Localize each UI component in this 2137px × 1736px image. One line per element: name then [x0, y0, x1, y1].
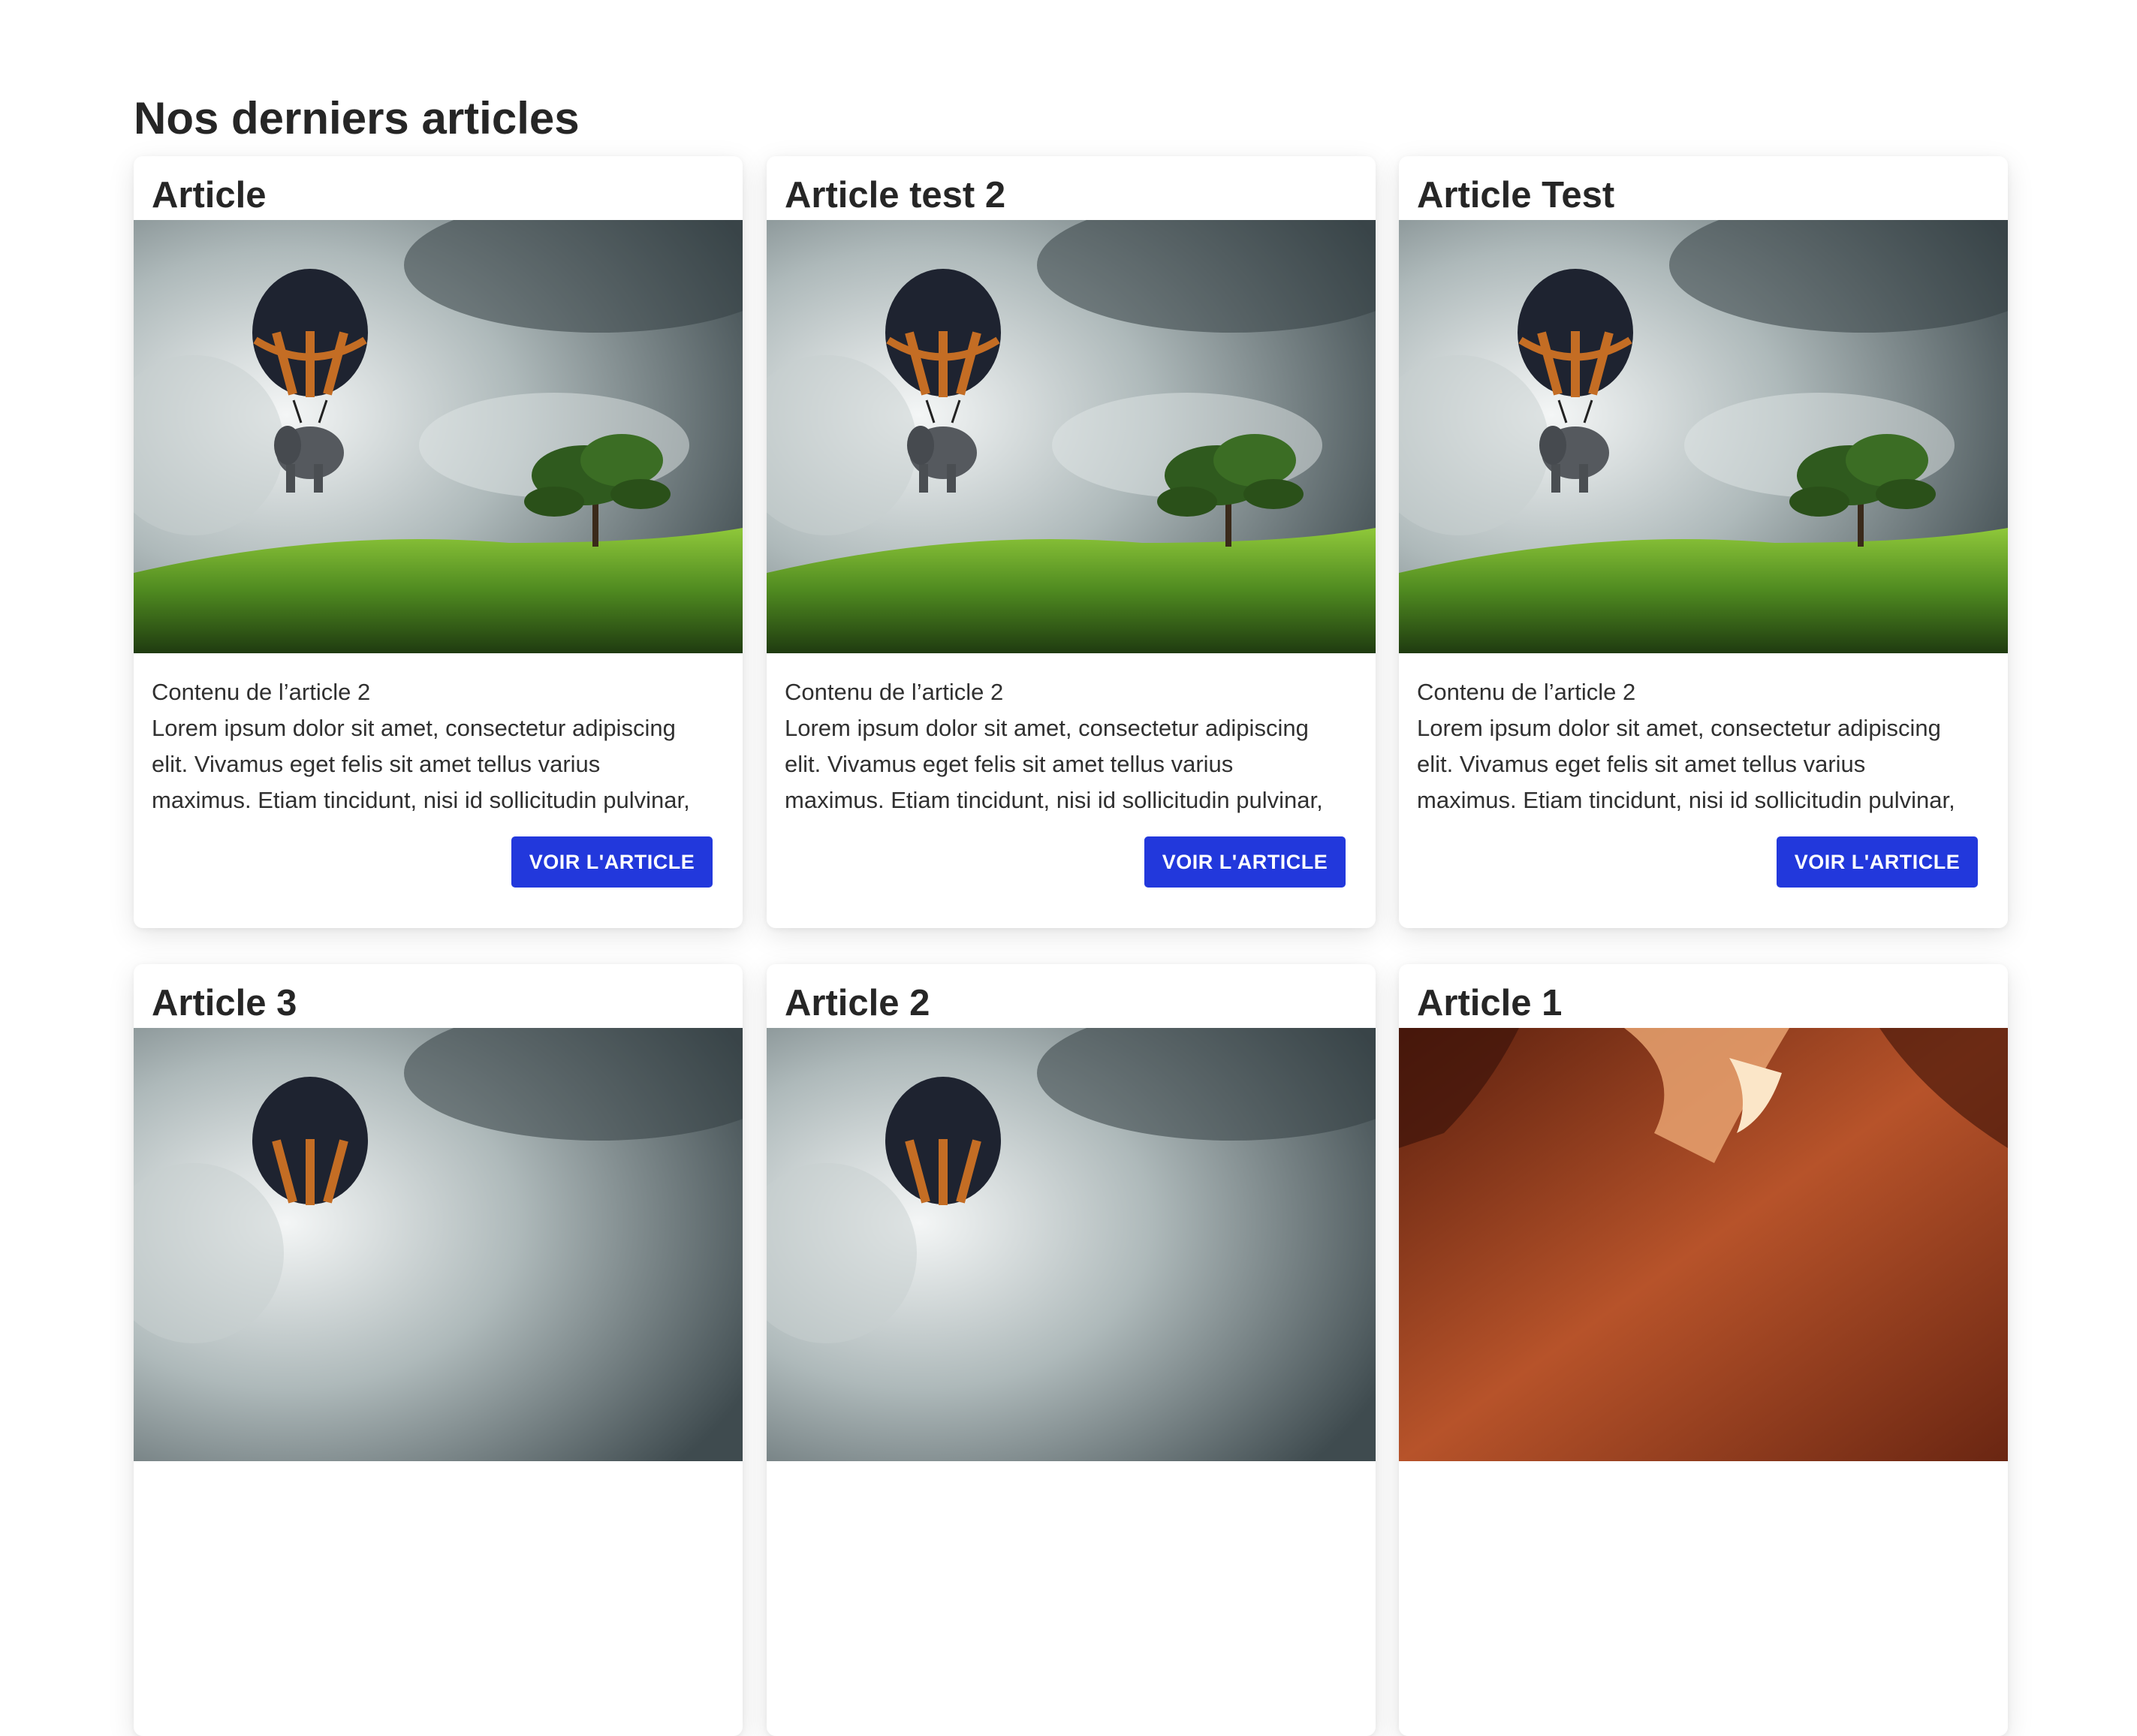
- page-title: Nos derniers articles: [134, 93, 580, 143]
- article-image: [767, 220, 1376, 653]
- article-title: Article test 2: [785, 175, 1006, 215]
- article-image: [1399, 1028, 2008, 1461]
- article-card: Article Contenu de l’article 2 Lorem ips…: [134, 156, 743, 928]
- article-title: Article: [152, 175, 267, 215]
- excerpt-line: Lorem ipsum dolor sit amet, consectetur …: [785, 715, 1309, 741]
- article-title: Article 3: [152, 983, 297, 1023]
- article-title: Article 1: [1417, 983, 1563, 1023]
- article-title: Article Test: [1417, 175, 1615, 215]
- article-title: Article 2: [785, 983, 930, 1023]
- article-excerpt: Contenu de l’article 2 Lorem ipsum dolor…: [1417, 674, 1995, 818]
- excerpt-heading: Contenu de l’article 2: [785, 679, 1004, 705]
- excerpt-line: Lorem ipsum dolor sit amet, consectetur …: [1417, 715, 1941, 741]
- excerpt-line: elit. Vivamus eget felis sit amet tellus…: [1417, 751, 1866, 777]
- excerpt-line: elit. Vivamus eget felis sit amet tellus…: [152, 751, 601, 777]
- voir-article-button[interactable]: VOIR L'ARTICLE: [511, 836, 713, 888]
- article-image: [134, 1028, 743, 1461]
- excerpt-line: maximus. Etiam tincidunt, nisi id sollic…: [1417, 787, 1955, 813]
- article-card: Article 1: [1399, 964, 2008, 1736]
- excerpt-line: elit. Vivamus eget felis sit amet tellus…: [785, 751, 1234, 777]
- article-image: [767, 1028, 1376, 1461]
- excerpt-line: Lorem ipsum dolor sit amet, consectetur …: [152, 715, 676, 741]
- article-image: [1399, 220, 2008, 653]
- article-card: Article test 2 Contenu de l’article 2 Lo…: [767, 156, 1376, 928]
- excerpt-heading: Contenu de l’article 2: [1417, 679, 1636, 705]
- excerpt-line: maximus. Etiam tincidunt, nisi id sollic…: [152, 787, 690, 813]
- article-card: Article Test Contenu de l’article 2 Lore…: [1399, 156, 2008, 928]
- article-image: [134, 220, 743, 653]
- article-excerpt: Contenu de l’article 2 Lorem ipsum dolor…: [152, 674, 730, 818]
- article-card: Article 2: [767, 964, 1376, 1736]
- voir-article-button[interactable]: VOIR L'ARTICLE: [1777, 836, 1978, 888]
- article-card: Article 3: [134, 964, 743, 1736]
- article-excerpt: Contenu de l’article 2 Lorem ipsum dolor…: [785, 674, 1363, 818]
- excerpt-line: maximus. Etiam tincidunt, nisi id sollic…: [785, 787, 1323, 813]
- voir-article-button[interactable]: VOIR L'ARTICLE: [1144, 836, 1346, 888]
- excerpt-heading: Contenu de l’article 2: [152, 679, 371, 705]
